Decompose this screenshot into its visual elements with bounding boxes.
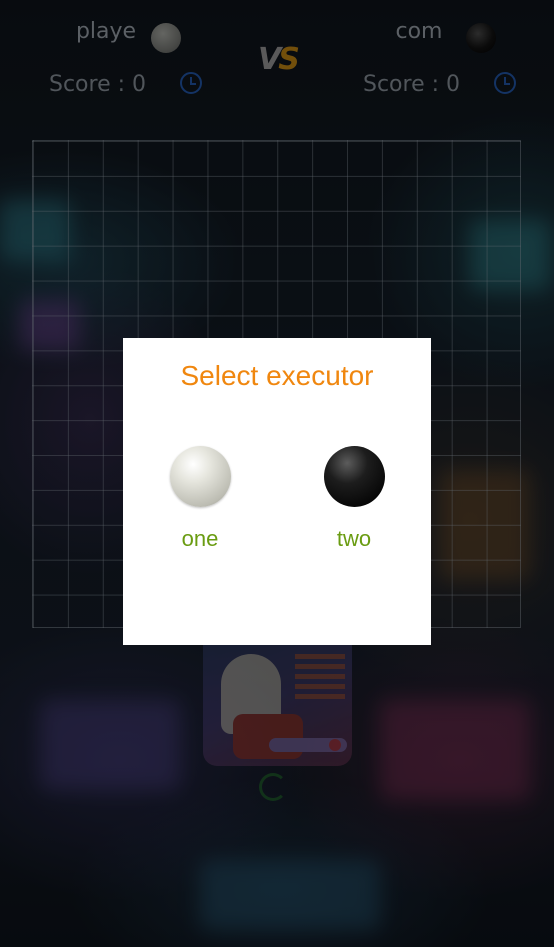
white-stone-icon[interactable] xyxy=(170,446,231,507)
select-executor-dialog: Select executor one two xyxy=(123,338,431,645)
dialog-title: Select executor xyxy=(180,360,374,391)
black-stone-icon[interactable] xyxy=(324,446,385,507)
option-one-label[interactable]: one xyxy=(150,526,250,552)
option-two-button[interactable]: two xyxy=(304,446,404,556)
option-one-button[interactable]: one xyxy=(150,446,250,556)
option-two-label[interactable]: two xyxy=(304,526,404,552)
